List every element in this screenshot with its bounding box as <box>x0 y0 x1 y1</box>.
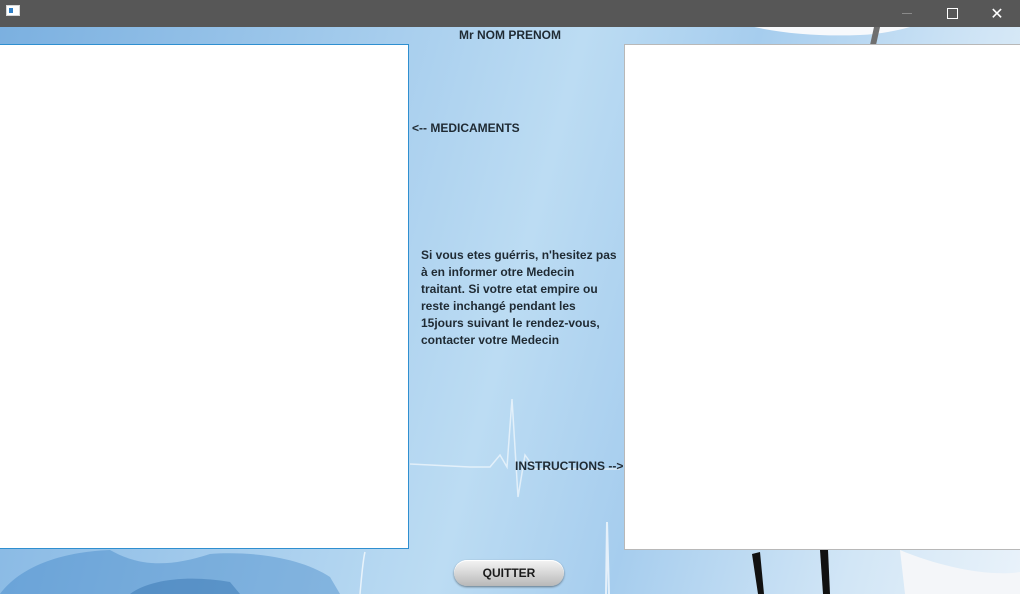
maximize-button[interactable] <box>929 0 975 27</box>
window-titlebar: ✕ <box>0 0 1020 27</box>
minimize-icon <box>902 13 912 14</box>
medications-label: <-- MEDICAMENTS <box>412 121 520 135</box>
minimize-button[interactable] <box>884 0 930 27</box>
instructions-text-area[interactable] <box>624 44 1020 550</box>
patient-name: Mr NOM PRENOM <box>459 28 561 42</box>
instructions-label: INSTRUCTIONS --> <box>515 459 624 473</box>
main-content: Mr NOM PRENOM <-- MEDICAMENTS Si vous et… <box>0 27 1020 594</box>
close-button[interactable]: ✕ <box>974 0 1020 27</box>
app-icon <box>6 5 20 16</box>
close-icon: ✕ <box>990 4 1004 23</box>
medications-text-area[interactable] <box>0 44 409 549</box>
maximize-icon <box>946 8 958 19</box>
follow-up-advice-text: Si vous etes guérris, n'hesitez pas à en… <box>421 248 617 347</box>
quit-button[interactable]: QUITTER <box>454 560 564 586</box>
